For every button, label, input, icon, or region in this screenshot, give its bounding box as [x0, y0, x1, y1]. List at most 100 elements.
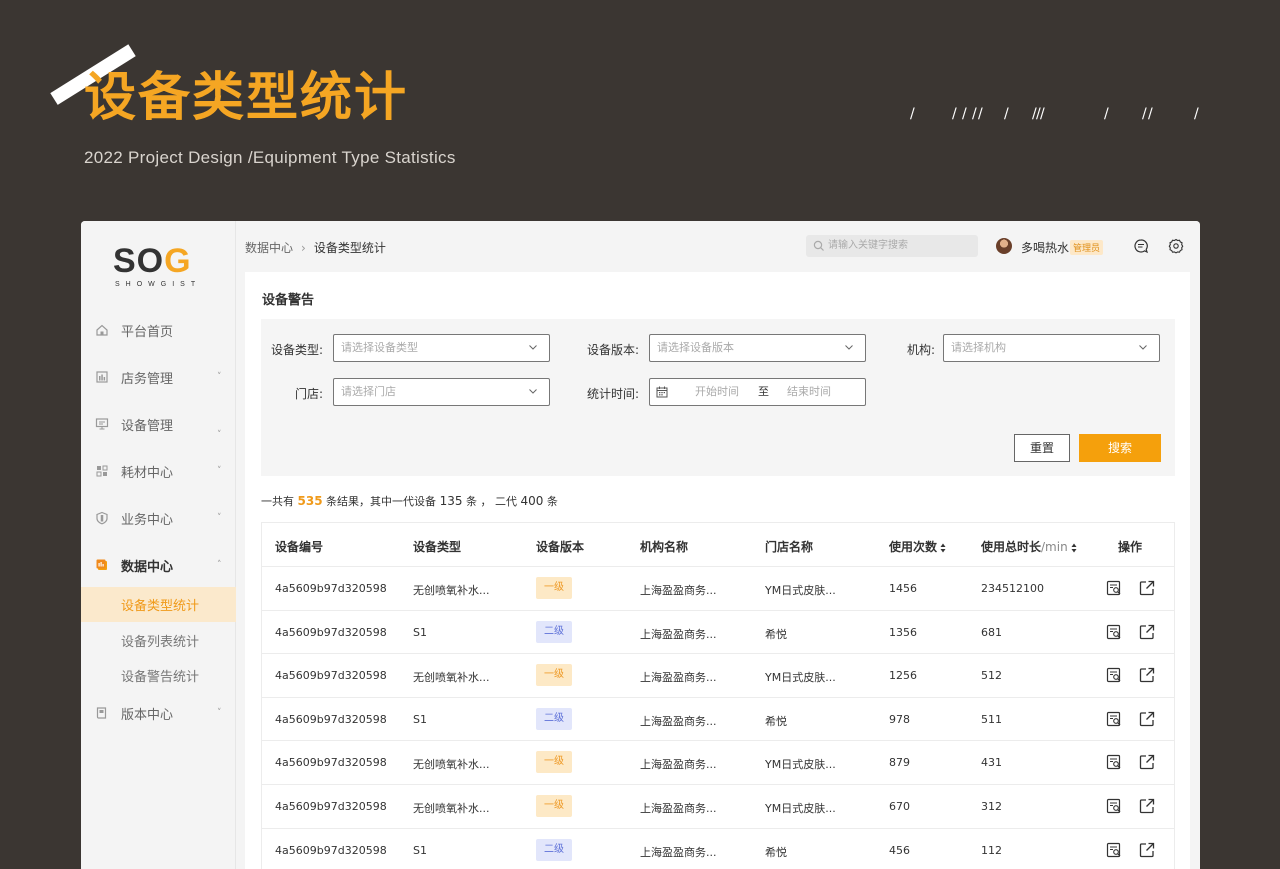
sort-icon[interactable] [1071, 543, 1077, 553]
cell-id: 4a5609b97d320598 [275, 669, 387, 683]
sidebar-subitem-1[interactable]: 设备类型统计 [81, 587, 236, 622]
open-external-icon[interactable] [1138, 841, 1156, 859]
chevron-down-icon [529, 345, 537, 350]
org-label: 机构: [906, 343, 935, 357]
cell-count: 1356 [889, 625, 917, 639]
sidebar-item-3[interactable]: 设备管理 ˅ [81, 409, 236, 440]
cell-id: 4a5609b97d320598 [275, 799, 387, 813]
logo: SOG SHOWGIST [113, 242, 202, 288]
cell-duration: 681 [981, 625, 1002, 639]
col-ops: 操作 [1118, 540, 1143, 554]
chevron-down-icon [845, 345, 853, 350]
view-detail-icon[interactable] [1105, 579, 1123, 597]
monitor-icon [95, 418, 109, 430]
topbar: 数据中心 › 设备类型统计 请输入关键字搜索 多喝热水 管理员 [236, 221, 1200, 271]
version-tag: 二级 [536, 707, 572, 730]
store-label: 门店: [294, 387, 323, 401]
version-tag: 二级 [536, 838, 572, 861]
table-row: 4a5609b97d320598 S1 上海盈盈商务... 希悦 456 112 二级 [262, 829, 1174, 869]
cell-type: S1 [413, 843, 427, 857]
view-detail-icon[interactable] [1105, 753, 1123, 771]
username[interactable]: 多喝热水 [1021, 239, 1069, 256]
col-duration[interactable]: 使用总时长/min [981, 538, 1077, 555]
view-detail-icon[interactable] [1105, 841, 1123, 859]
cell-id: 4a5609b97d320598 [275, 756, 387, 770]
sidebar-item-7[interactable]: 版本中心 ˅ [81, 698, 236, 728]
sidebar-item-label: 平台首页 [121, 324, 174, 340]
cell-org: 上海盈盈商务... [640, 627, 717, 641]
table-row: 4a5609b97d320598 S1 上海盈盈商务... 希悦 978 511 二级 [262, 698, 1174, 742]
sidebar-item-5[interactable]: 业务中心 ˅ [81, 503, 236, 533]
version-tag: 一级 [536, 577, 572, 599]
cell-store: YM日式皮肤... [765, 758, 836, 772]
search-input[interactable]: 请输入关键字搜索 [806, 235, 978, 257]
message-icon[interactable] [1133, 238, 1149, 254]
chevron-down-icon [529, 389, 537, 394]
version-label: 设备版本: [586, 343, 639, 357]
sidebar-item-2[interactable]: 店务管理 ˅ [81, 362, 236, 392]
end-date[interactable]: 结束时间 [787, 379, 831, 405]
cell-org: 上海盈盈商务... [640, 845, 717, 859]
type-label: 设备类型: [270, 343, 323, 357]
cell-store: YM日式皮肤... [765, 801, 836, 815]
cell-duration: 112 [981, 843, 1002, 857]
sidebar-subitem-2[interactable]: 设备列表统计 [81, 623, 236, 658]
main-panel: 设备警告 设备类型: 请选择设备类型 设备版本: 请选择设备版本 机构: 请选择… [245, 272, 1190, 869]
view-detail-icon[interactable] [1105, 666, 1123, 684]
version-tag: 一级 [536, 751, 572, 774]
open-external-icon[interactable] [1138, 710, 1156, 728]
result-summary: 一共有 535 条结果，其中一代设备 135 条 ， 二代 400 条 [261, 494, 558, 508]
sidebar-item-label: 设备管理 [121, 418, 174, 434]
cell-type: S1 [413, 712, 427, 726]
open-external-icon[interactable] [1138, 753, 1156, 771]
sidebar-item-6[interactable]: 数据中心 ˄ [81, 550, 236, 580]
device-type-select[interactable]: 请选择设备类型 [333, 334, 550, 362]
store-select[interactable]: 请选择门店 [333, 378, 550, 406]
search-button[interactable]: 搜索 [1079, 434, 1161, 462]
version-tag: 一级 [536, 664, 572, 687]
chevron-icon: ˅ [217, 513, 222, 523]
sidebar: SOG SHOWGIST 平台首页 店务管理 ˅ 设备管理 ˅ 耗材中心 ˅ 业务中心 ˅ 数据中… [81, 221, 236, 869]
open-external-icon[interactable] [1138, 579, 1156, 597]
table-row: 4a5609b97d320598 无创喷氧补水... 上海盈盈商务... YM日式皮肤… [262, 785, 1174, 829]
sidebar-subitem-3[interactable]: 设备警告统计 [81, 658, 236, 693]
shield-icon [96, 511, 108, 525]
cell-org: 上海盈盈商务... [640, 758, 717, 772]
view-detail-icon[interactable] [1105, 797, 1123, 815]
date-range-picker[interactable]: 开始时间 至 结束时间 [649, 378, 866, 406]
avatar[interactable] [996, 238, 1012, 254]
sort-icon[interactable] [940, 543, 946, 553]
role-badge: 管理员 [1070, 240, 1104, 255]
org-select[interactable]: 请选择机构 [943, 334, 1160, 362]
cell-store: 希悦 [765, 845, 787, 859]
gear-icon[interactable] [1168, 238, 1184, 254]
reset-button[interactable]: 重置 [1014, 434, 1070, 462]
open-external-icon[interactable] [1138, 623, 1156, 641]
view-detail-icon[interactable] [1105, 623, 1123, 641]
chevron-icon: ˅ [217, 466, 222, 476]
view-detail-icon[interactable] [1105, 710, 1123, 728]
sidebar-item-1[interactable]: 平台首页 [81, 315, 236, 345]
device-version-select[interactable]: 请选择设备版本 [649, 334, 866, 362]
cell-type: 无创喷氧补水... [413, 758, 490, 772]
cell-duration: 312 [981, 799, 1002, 813]
open-external-icon[interactable] [1138, 797, 1156, 815]
cell-org: 上海盈盈商务... [640, 671, 717, 685]
calendar-icon [656, 386, 668, 398]
col-count[interactable]: 使用次数 [889, 538, 946, 555]
time-label: 统计时间: [586, 387, 639, 401]
cell-type: 无创喷氧补水... [413, 801, 490, 815]
breadcrumb-parent[interactable]: 数据中心 [245, 241, 293, 255]
sidebar-item-4[interactable]: 耗材中心 ˅ [81, 456, 236, 486]
cell-count: 978 [889, 712, 910, 726]
chevron-down-icon [1139, 345, 1147, 350]
open-external-icon[interactable] [1138, 666, 1156, 684]
start-date[interactable]: 开始时间 [695, 379, 739, 405]
chevron-icon: ˅ [217, 708, 222, 718]
cell-id: 4a5609b97d320598 [275, 582, 387, 595]
col-store: 门店名称 [765, 540, 814, 554]
chevron-icon: ˅ [217, 430, 222, 440]
cell-count: 1456 [889, 582, 917, 595]
sidebar-item-label: 店务管理 [121, 371, 174, 387]
col-version: 设备版本 [536, 540, 585, 554]
